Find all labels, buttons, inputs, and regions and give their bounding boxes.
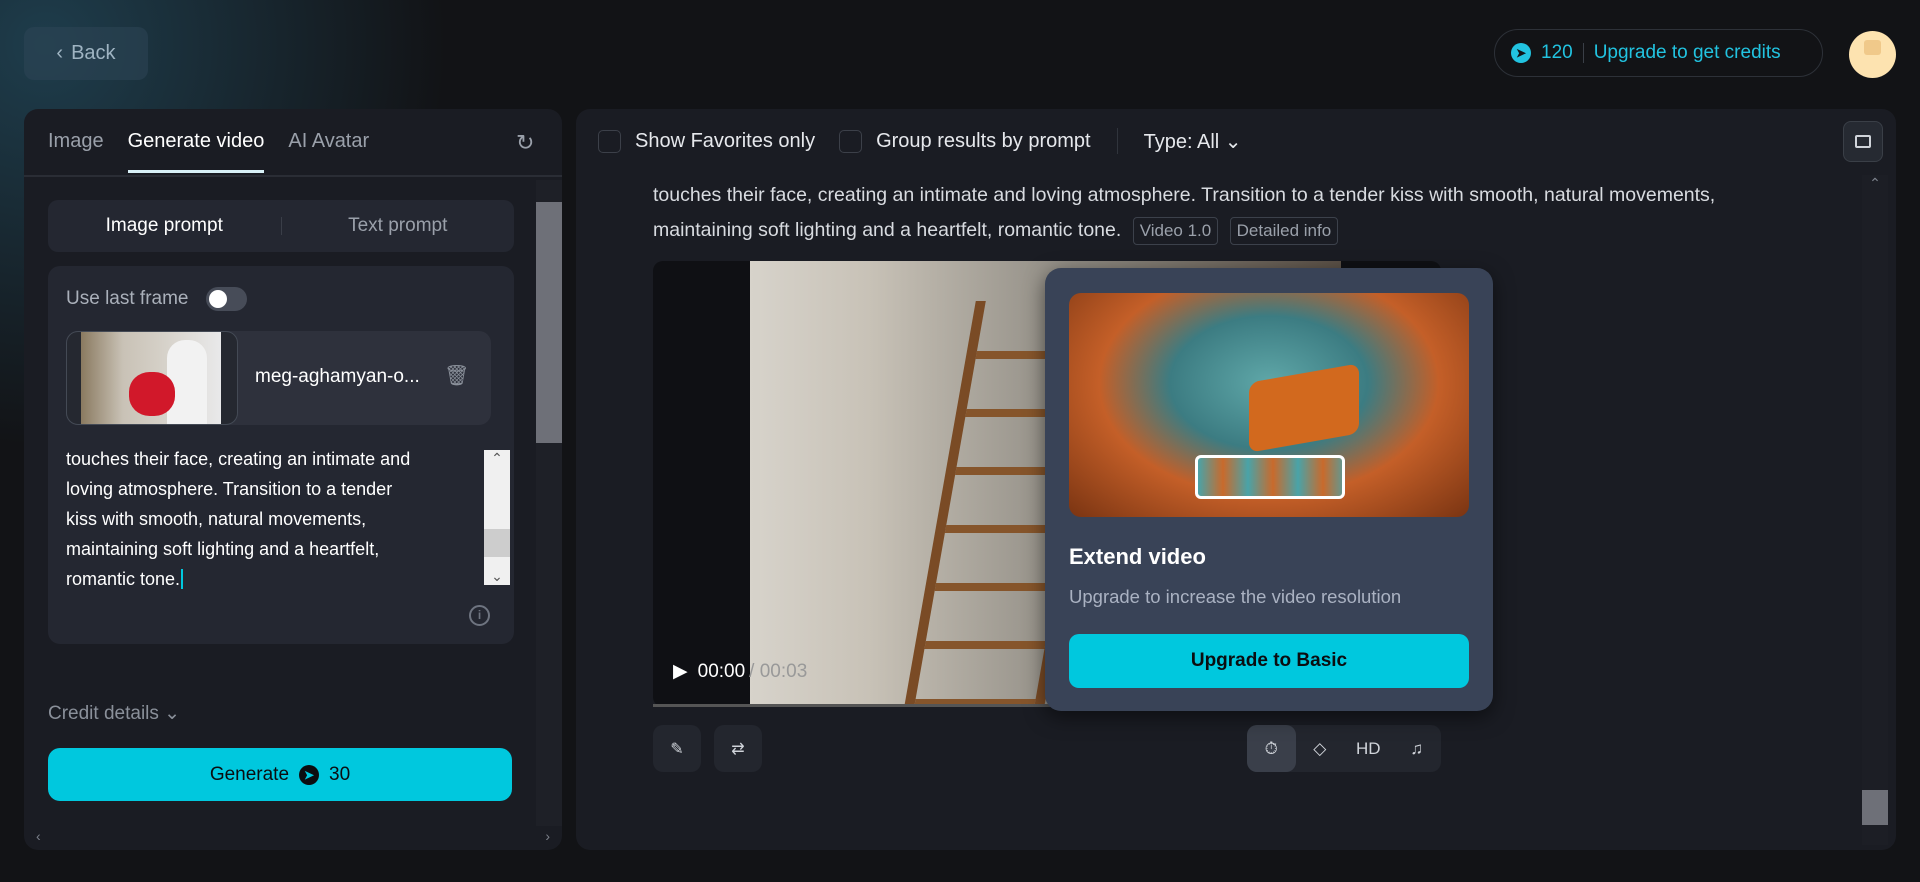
horizontal-scrollbar[interactable]: ‹ ›	[24, 828, 562, 844]
file-name: meg-aghamyan-o...	[255, 366, 420, 387]
upgrade-credits-link[interactable]: Upgrade to get credits	[1594, 42, 1781, 64]
results-scrollbar[interactable]: ⌃	[1862, 175, 1888, 845]
scroll-left-icon[interactable]: ‹	[36, 828, 41, 844]
image-prompt-option[interactable]: Image prompt	[48, 215, 281, 237]
extend-video-icon[interactable]: ⏱	[1247, 725, 1296, 772]
time-total: / 00:03	[749, 660, 808, 682]
model-tag: Video 1.0	[1132, 217, 1219, 245]
back-label: Back	[71, 42, 116, 64]
generate-label: Generate	[209, 763, 290, 785]
mode-tabs: Image Generate video AI Avatar	[48, 130, 369, 173]
use-last-frame-label: Use last frame	[66, 288, 189, 309]
group-results-checkbox[interactable]	[839, 129, 863, 153]
popup-subtitle: Upgrade to increase the video resolution	[1069, 586, 1402, 607]
divider	[1582, 43, 1584, 63]
scroll-down-icon[interactable]: ⌄	[484, 568, 510, 585]
divider	[1116, 128, 1118, 154]
back-button[interactable]: ‹ Back	[24, 27, 148, 80]
upgrade-to-basic-button[interactable]: Upgrade to Basic	[1069, 634, 1469, 688]
tab-generate-video[interactable]: Generate video	[127, 130, 264, 173]
left-panel-scrollbar[interactable]	[536, 180, 562, 826]
credits-count: 120	[1541, 42, 1573, 63]
lip-sync-icon[interactable]: ◇	[1296, 725, 1345, 772]
prompt-mode-switch: Image prompt Text prompt	[48, 200, 514, 252]
avatar[interactable]	[1849, 31, 1896, 78]
time-current: 00:00	[697, 660, 746, 682]
result-prompt: touches their face, creating an intimate…	[653, 178, 1803, 248]
show-favorites-label[interactable]: Show Favorites only	[635, 130, 815, 153]
folder-icon	[1855, 135, 1871, 148]
prompt-line: touches their face, creating an intimate…	[66, 449, 411, 469]
prompt-line: romantic tone.	[66, 569, 181, 589]
repeat-icon: ⇄	[731, 740, 745, 758]
scroll-up-icon[interactable]: ⌃	[1862, 175, 1888, 192]
tab-divider	[24, 175, 562, 177]
chevron-left-icon: ‹	[56, 42, 64, 64]
scroll-up-icon[interactable]: ⌃	[484, 450, 510, 467]
prompt-line: loving atmosphere. Transition to a tende…	[66, 479, 393, 499]
text-prompt-option[interactable]: Text prompt	[282, 215, 515, 237]
image-thumbnail[interactable]	[66, 331, 238, 425]
tab-image[interactable]: Image	[48, 130, 104, 153]
edit-button[interactable]: ✎	[653, 725, 701, 772]
credits-pill[interactable]: ➤ 120 Upgrade to get credits	[1494, 29, 1823, 77]
music-icon[interactable]: ♫	[1393, 725, 1442, 772]
detailed-info-tag[interactable]: Detailed info	[1229, 217, 1339, 245]
generate-button[interactable]: Generate ➤ 30	[48, 748, 512, 801]
tab-ai-avatar[interactable]: AI Avatar	[288, 130, 369, 153]
prompt-line: kiss with smooth, natural movements,	[66, 509, 367, 529]
info-icon[interactable]: i	[469, 605, 490, 626]
hd-button[interactable]: HD	[1344, 725, 1393, 772]
extend-video-popup: Extend video Upgrade to increase the vid…	[1045, 268, 1493, 711]
reset-icon[interactable]: ↻	[516, 130, 534, 156]
credit-details-label: Credit details	[48, 703, 159, 724]
type-filter-dropdown[interactable]: Type: All ⌄	[1144, 129, 1242, 154]
folder-button[interactable]	[1843, 121, 1883, 162]
video-tools: ⏱ ◇ HD ♫	[1247, 725, 1441, 772]
chevron-down-icon: ⌄	[164, 703, 181, 724]
use-last-frame-toggle[interactable]	[206, 287, 248, 311]
chevron-down-icon: ⌄	[1224, 130, 1242, 153]
credit-coin-icon: ➤	[299, 764, 320, 785]
filter-bar: Show Favorites only Group results by pro…	[598, 128, 1242, 154]
scrollbar-thumb[interactable]	[484, 529, 510, 557]
show-favorites-checkbox[interactable]	[598, 129, 621, 153]
credit-details-toggle[interactable]: Credit details ⌄	[48, 702, 180, 725]
type-filter-label: Type: All	[1143, 130, 1220, 153]
trash-icon[interactable]: 🗑	[444, 363, 469, 388]
textarea-scrollbar[interactable]: ⌃ ⌄	[484, 450, 510, 585]
scrollbar-thumb[interactable]	[536, 202, 562, 443]
group-results-label[interactable]: Group results by prompt	[876, 130, 1091, 153]
generate-cost: 30	[329, 763, 351, 785]
regenerate-button[interactable]: ⇄	[714, 725, 762, 772]
play-icon[interactable]: ▶	[673, 660, 688, 683]
prompt-line: maintaining soft lighting and a heartfel…	[66, 539, 380, 559]
popup-title: Extend video	[1069, 544, 1206, 569]
use-last-frame-row: Use last frame	[66, 287, 248, 311]
scrollbar-thumb[interactable]	[1862, 790, 1888, 825]
credit-coin-icon: ➤	[1511, 43, 1531, 63]
text-cursor	[181, 569, 184, 589]
uploaded-image: meg-aghamyan-o... 🗑	[66, 331, 491, 425]
scroll-right-icon[interactable]: ›	[545, 828, 550, 844]
prompt-textarea[interactable]: touches their face, creating an intimate…	[66, 444, 476, 594]
pencil-icon: ✎	[670, 740, 684, 758]
extend-video-preview	[1069, 293, 1469, 517]
video-controls: ▶ 00:00 / 00:03	[673, 660, 807, 683]
